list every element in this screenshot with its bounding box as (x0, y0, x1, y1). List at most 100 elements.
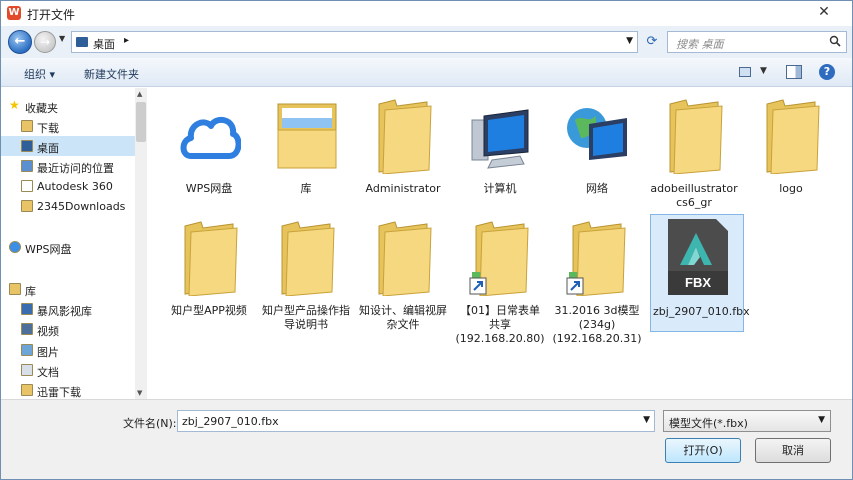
file-item[interactable]: 31.2016 3d模型(234g) (192.168.20.31) (550, 214, 644, 345)
sidebar-item-label: 桌面 (37, 142, 59, 155)
file-name: 知设计、编辑视屏杂文件 (359, 304, 447, 331)
open-button[interactable]: 打开(O) (665, 438, 741, 463)
file-item[interactable]: WPS网盘 (162, 92, 256, 210)
file-item[interactable]: logo (744, 92, 838, 210)
network-folder-shortcut-icon (468, 216, 532, 297)
sidebar-item[interactable]: 库 (1, 279, 135, 299)
address-location[interactable]: 桌面 (93, 36, 115, 52)
file-name: 31.2016 3d模型(234g) (192.168.20.31) (552, 304, 642, 345)
pictures-icon (21, 344, 33, 356)
file-item[interactable]: 知设计、编辑视屏杂文件 (356, 214, 450, 332)
folder-icon (662, 94, 726, 175)
network-folder-shortcut-icon (565, 216, 629, 297)
sidebar-item[interactable]: 图片 (1, 340, 135, 360)
desktop-icon (21, 140, 33, 152)
sidebar-item[interactable]: 2345Downloads (1, 196, 135, 216)
command-toolbar: 组织 ▾ 新建文件夹 ▼ ? (1, 58, 852, 87)
filename-value[interactable]: zbj_2907_010.fbx (182, 415, 279, 428)
file-name: 知户型产品操作指导说明书 (262, 304, 350, 331)
chevron-right-icon[interactable]: ▸ (124, 35, 129, 46)
new-folder-button[interactable]: 新建文件夹 (84, 66, 139, 82)
file-item[interactable]: 【01】日常表单共享 (192.168.20.80) (453, 214, 547, 345)
file-item[interactable]: 知户型APP视频 (162, 214, 256, 332)
network-icon (565, 94, 629, 174)
file-item[interactable]: FBX zbj_2907_010.fbx (650, 214, 750, 332)
filename-dropdown-icon[interactable]: ▼ (643, 415, 650, 425)
video-library-icon (21, 303, 33, 315)
file-item[interactable]: Administrator (356, 92, 450, 210)
sidebar-item-label: 暴风影视库 (37, 305, 92, 318)
file-list: WPS网盘 库 Administrator 计算机 网络 adobeillustrator… (148, 88, 852, 399)
folder-icon (274, 216, 338, 297)
sidebar-item-label: 最近访问的位置 (37, 162, 114, 175)
folder-icon (759, 94, 823, 175)
file-item[interactable]: adobeillustrator cs6_gr (647, 92, 741, 210)
sidebar-item-label: 文档 (37, 366, 59, 379)
sidebar-item-label: WPS网盘 (25, 243, 72, 256)
filetype-dropdown-icon[interactable]: ▼ (818, 415, 825, 425)
folder-icon (21, 200, 33, 212)
sidebar-item[interactable]: 暴风影视库 (1, 299, 135, 319)
sidebar-item[interactable]: WPS网盘 (1, 237, 135, 257)
filetype-value[interactable]: 模型文件(*.fbx) (669, 415, 748, 431)
sidebar-item[interactable]: 文档 (1, 360, 135, 380)
sidebar-item-label: 库 (25, 285, 36, 298)
file-item[interactable]: 知户型产品操作指导说明书 (259, 214, 353, 332)
file-item[interactable]: 网络 (550, 92, 644, 210)
search-box[interactable]: 搜索 桌面 (667, 31, 847, 53)
cloud-icon (177, 94, 242, 174)
folder-icon (177, 216, 241, 297)
scroll-down-icon[interactable]: ▼ (137, 389, 142, 397)
cancel-button[interactable]: 取消 (755, 438, 831, 463)
sidebar-item[interactable]: ★ 收藏夹 (1, 96, 135, 116)
sidebar-item[interactable]: 最近访问的位置 (1, 156, 135, 176)
sidebar-item-label: 图片 (37, 346, 59, 359)
history-dropdown-icon[interactable]: ▼ (59, 34, 65, 43)
sidebar-item-label: 视频 (37, 325, 59, 338)
sidebar-item-label: 迅雷下载 (37, 386, 81, 399)
desktop-icon (76, 37, 88, 47)
scrollbar-thumb[interactable] (136, 102, 146, 142)
search-input[interactable]: 搜索 桌面 (676, 36, 724, 52)
address-bar[interactable]: 桌面 ▸ ▼ (71, 31, 638, 53)
user-folder-icon (371, 94, 435, 175)
sidebar-item[interactable]: 迅雷下载 (1, 380, 135, 400)
star-icon: ★ (9, 98, 20, 112)
video-icon (21, 323, 33, 335)
file-name: Administrator (365, 182, 441, 195)
sidebar-item[interactable]: 桌面 (1, 136, 135, 156)
scroll-up-icon[interactable]: ▲ (137, 90, 142, 98)
view-dropdown-icon[interactable]: ▼ (760, 66, 767, 76)
search-icon[interactable] (829, 35, 841, 47)
filename-input[interactable]: zbj_2907_010.fbx ▼ (177, 410, 655, 432)
refresh-button[interactable]: ⟳ (641, 31, 663, 53)
organize-button[interactable]: 组织 ▾ (24, 66, 55, 82)
sidebar-item[interactable]: 视频 (1, 319, 135, 339)
file-name: logo (779, 182, 803, 195)
close-button[interactable]: ✕ (804, 3, 844, 21)
document-icon (21, 180, 33, 192)
address-dropdown-icon[interactable]: ▼ (626, 36, 633, 46)
library-folder-icon (274, 94, 338, 174)
fbx-badge: FBX (685, 275, 711, 290)
preview-pane-icon[interactable] (786, 65, 802, 79)
sidebar-item[interactable]: Autodesk 360 (1, 176, 135, 196)
help-icon[interactable]: ? (819, 64, 835, 80)
change-view-icon[interactable] (739, 67, 751, 77)
navigation-scrollbar[interactable]: ▲ ▼ (135, 88, 147, 399)
recent-places-icon (21, 160, 33, 172)
sidebar-item[interactable]: 下载 (1, 116, 135, 136)
file-name: adobeillustrator cs6_gr (650, 182, 738, 209)
file-name: 库 (300, 182, 312, 195)
computer-icon (468, 94, 532, 174)
filetype-select[interactable]: 模型文件(*.fbx) ▼ (663, 410, 831, 432)
title-bar: W 打开文件 ✕ (1, 1, 852, 26)
dialog-footer: 文件名(N): zbj_2907_010.fbx ▼ 模型文件(*.fbx) ▼… (1, 399, 852, 479)
back-button[interactable]: ← (8, 30, 32, 54)
fbx-file-icon: FBX (666, 217, 730, 297)
file-item[interactable]: 计算机 (453, 92, 547, 210)
open-file-dialog: W 打开文件 ✕ ← → ▼ 桌面 ▸ ▼ ⟳ 搜索 桌面 组织 ▾ 新建文件夹… (0, 0, 853, 480)
forward-button[interactable]: → (34, 31, 56, 53)
filename-label: 文件名(N): (123, 417, 177, 430)
file-item[interactable]: 库 (259, 92, 353, 210)
